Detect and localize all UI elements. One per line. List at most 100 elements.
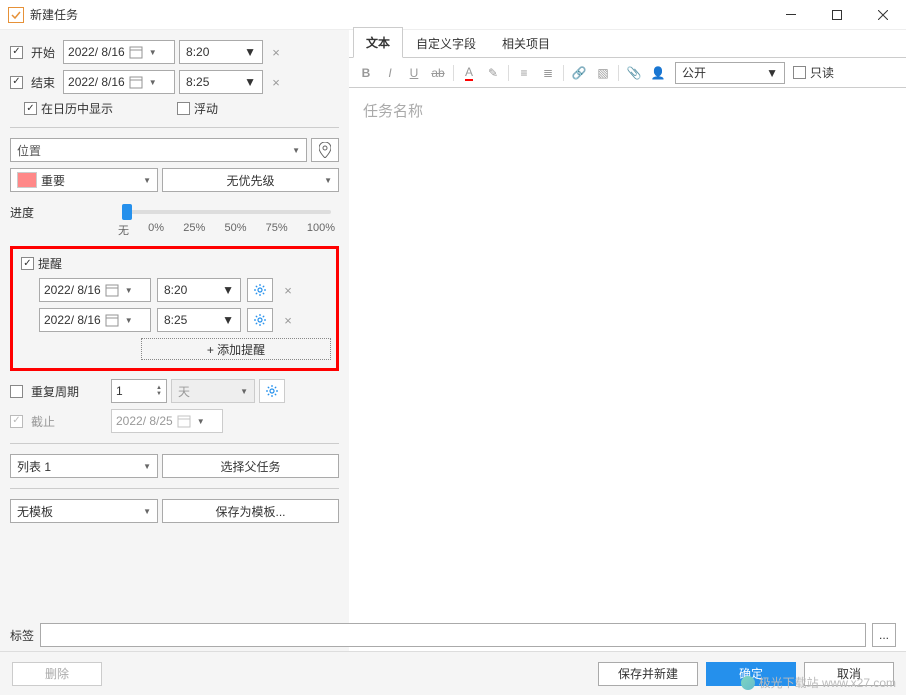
chevron-down-icon: ▼: [125, 316, 133, 325]
progress-ticks: 无 0% 25% 50% 75% 100%: [118, 222, 335, 238]
reminder-section: 提醒 2022/ 8/16 ▼ 8:20 ▼ × 202: [10, 246, 339, 371]
chevron-down-icon: ▼: [149, 48, 157, 57]
floating-checkbox[interactable]: [177, 102, 190, 115]
progress-slider-thumb[interactable]: [122, 204, 132, 220]
maximize-button[interactable]: [814, 0, 860, 30]
chevron-down-icon: ▼: [143, 176, 151, 185]
tab-related[interactable]: 相关项目: [489, 28, 563, 58]
start-date-input[interactable]: 2022/ 8/16 ▼: [63, 40, 175, 64]
calendar-icon: [129, 45, 143, 59]
number-list-button[interactable]: ≣: [537, 62, 559, 84]
tags-more-button[interactable]: ...: [872, 623, 896, 647]
show-in-calendar-checkbox[interactable]: [24, 102, 37, 115]
reminder-time-input-0[interactable]: 8:20 ▼: [157, 278, 241, 302]
reminder-remove-button-0[interactable]: ×: [279, 281, 297, 299]
chevron-down-icon: ▼: [197, 417, 205, 426]
underline-button[interactable]: U: [403, 62, 425, 84]
save-as-template-button[interactable]: 保存为模板...: [162, 499, 339, 523]
chevron-down-icon: ▼: [222, 313, 234, 327]
readonly-checkbox[interactable]: [793, 66, 806, 79]
font-color-button[interactable]: A: [458, 62, 480, 84]
calendar-icon: [129, 75, 143, 89]
floating-label: 浮动: [194, 100, 218, 117]
delete-button[interactable]: 删除: [12, 662, 102, 686]
deadline-label: 截止: [31, 413, 103, 430]
app-icon: [8, 7, 24, 23]
reminder-label: 提醒: [38, 255, 62, 272]
reminder-date-input-1[interactable]: 2022/ 8/16 ▼: [39, 308, 151, 332]
reminder-remove-button-1[interactable]: ×: [279, 311, 297, 329]
visibility-select[interactable]: 公开 ▼: [675, 62, 785, 84]
end-date-input[interactable]: 2022/ 8/16 ▼: [63, 70, 175, 94]
chevron-down-icon: ▼: [766, 66, 778, 80]
calendar-icon: [105, 283, 119, 297]
strike-button[interactable]: ab: [427, 62, 449, 84]
repeat-checkbox[interactable]: [10, 385, 23, 398]
end-checkbox[interactable]: [10, 76, 23, 89]
progress-slider[interactable]: [122, 210, 331, 214]
gear-icon: [253, 283, 267, 297]
bottom-bar: 删除 保存并新建 确定 取消: [0, 651, 906, 695]
progress-label: 进度: [10, 202, 114, 221]
reminder-settings-button-1[interactable]: [247, 308, 273, 332]
tabs: 文本 自定义字段 相关项目: [349, 30, 906, 58]
deadline-date-input: 2022/ 8/25 ▼: [111, 409, 223, 433]
list-select[interactable]: 列表 1 ▼: [10, 454, 158, 478]
end-time-input[interactable]: 8:25 ▼: [179, 70, 263, 94]
tab-custom-fields[interactable]: 自定义字段: [403, 28, 489, 58]
contact-button[interactable]: 👤: [647, 62, 669, 84]
chevron-down-icon: ▼: [240, 387, 248, 396]
show-in-calendar-label: 在日历中显示: [41, 100, 113, 117]
right-panel: 文本 自定义字段 相关项目 B I U ab A ✎ ≡ ≣ 🔗 ▧ 📎 👤 公…: [349, 30, 906, 695]
calendar-icon: [105, 313, 119, 327]
chevron-down-icon: ▼: [324, 176, 332, 185]
tab-text[interactable]: 文本: [353, 27, 403, 58]
left-panel: 开始 2022/ 8/16 ▼ 8:20 ▼ × 结束 2022/ 8/16 ▼: [0, 30, 349, 695]
reminder-checkbox[interactable]: [21, 257, 34, 270]
clear-end-button[interactable]: ×: [267, 73, 285, 91]
save-and-new-button[interactable]: 保存并新建: [598, 662, 698, 686]
repeat-settings-button[interactable]: [259, 379, 285, 403]
reminder-time-input-1[interactable]: 8:25 ▼: [157, 308, 241, 332]
titlebar: 新建任务: [0, 0, 906, 30]
chevron-down-icon: ▼: [292, 146, 300, 155]
bullet-list-button[interactable]: ≡: [513, 62, 535, 84]
readonly-label: 只读: [810, 64, 834, 81]
add-reminder-button[interactable]: + 添加提醒: [141, 338, 331, 360]
clear-start-button[interactable]: ×: [267, 43, 285, 61]
template-select[interactable]: 无模板 ▼: [10, 499, 158, 523]
minimize-button[interactable]: [768, 0, 814, 30]
task-name-editor[interactable]: 任务名称: [349, 88, 906, 695]
image-button[interactable]: ▧: [592, 62, 614, 84]
deadline-checkbox: [10, 415, 23, 428]
editor-placeholder: 任务名称: [363, 100, 892, 121]
tags-input[interactable]: [40, 623, 866, 647]
select-parent-task-button[interactable]: 选择父任务: [162, 454, 339, 478]
category-color-swatch: [17, 172, 37, 188]
repeat-label: 重复周期: [31, 383, 103, 400]
italic-button[interactable]: I: [379, 62, 401, 84]
pin-icon: [319, 142, 331, 158]
chevron-down-icon: ▼: [143, 462, 151, 471]
priority-select[interactable]: 无优先级 ▼: [162, 168, 339, 192]
start-checkbox[interactable]: [10, 46, 23, 59]
ok-button[interactable]: 确定: [706, 662, 796, 686]
link-button[interactable]: 🔗: [568, 62, 590, 84]
location-pin-button[interactable]: [311, 138, 339, 162]
highlight-button[interactable]: ✎: [482, 62, 504, 84]
close-button[interactable]: [860, 0, 906, 30]
attachment-button[interactable]: 📎: [623, 62, 645, 84]
repeat-count-input[interactable]: 1 ▲▼: [111, 379, 167, 403]
reminder-date-input-0[interactable]: 2022/ 8/16 ▼: [39, 278, 151, 302]
location-input[interactable]: 位置 ▼: [10, 138, 307, 162]
tags-label: 标签: [10, 627, 34, 644]
cancel-button[interactable]: 取消: [804, 662, 894, 686]
start-time-input[interactable]: 8:20 ▼: [179, 40, 263, 64]
chevron-down-icon: ▼: [149, 78, 157, 87]
category-select[interactable]: 重要 ▼: [10, 168, 158, 192]
bold-button[interactable]: B: [355, 62, 377, 84]
chevron-down-icon: ▼: [143, 507, 151, 516]
chevron-down-icon: ▼: [244, 45, 256, 59]
repeat-unit-select[interactable]: 天 ▼: [171, 379, 255, 403]
reminder-settings-button-0[interactable]: [247, 278, 273, 302]
